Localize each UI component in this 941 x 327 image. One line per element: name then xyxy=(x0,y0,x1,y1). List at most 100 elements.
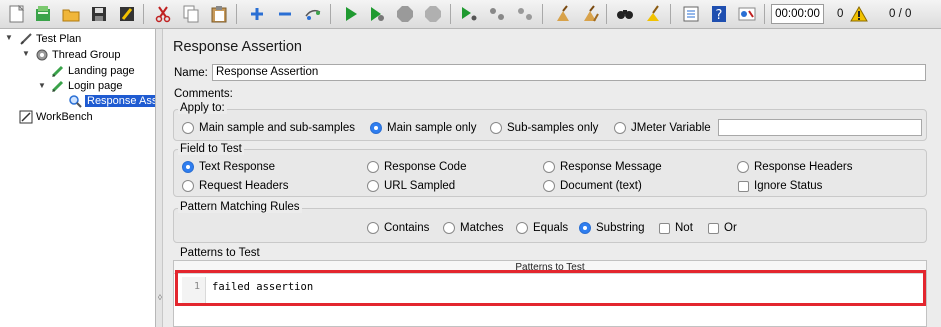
shutdown-icon[interactable] xyxy=(422,3,444,25)
tree-item-label: Landing page xyxy=(68,64,135,77)
save-as-icon[interactable] xyxy=(116,3,138,25)
paste-icon[interactable] xyxy=(208,3,230,25)
rule-contains-radio[interactable]: Contains xyxy=(367,222,429,234)
field-text-response-radio[interactable]: Text Response xyxy=(182,161,275,173)
radio-icon xyxy=(367,161,379,173)
remote-shutdown-icon[interactable] xyxy=(514,3,536,25)
help-icon[interactable]: ? xyxy=(708,3,730,25)
warning-count: 0 xyxy=(837,8,844,20)
apply-jmeter-variable-radio[interactable]: JMeter Variable xyxy=(614,122,711,134)
copy-icon[interactable] xyxy=(180,3,202,25)
field-url-sampled-radio[interactable]: URL Sampled xyxy=(367,180,455,192)
pattern-matching-rules-title: Pattern Matching Rules xyxy=(178,201,302,213)
start-icon[interactable] xyxy=(340,3,362,25)
stop-icon[interactable] xyxy=(394,3,416,25)
rule-or-checkbox[interactable]: Or xyxy=(708,222,737,234)
toolbar-separator xyxy=(670,4,671,24)
radio-icon xyxy=(182,122,194,134)
main-toolbar: ? 00:00:00 0 0 / 0 xyxy=(0,0,941,29)
radio-icon xyxy=(367,222,379,234)
toolbar-separator xyxy=(606,4,607,24)
radio-icon xyxy=(543,161,555,173)
expand-all-icon[interactable] xyxy=(246,3,268,25)
field-response-message-radio[interactable]: Response Message xyxy=(543,161,662,173)
radio-icon xyxy=(182,180,194,192)
pane-splitter[interactable] xyxy=(156,29,163,327)
tree-item-login-page[interactable]: Login page xyxy=(51,78,122,93)
rule-equals-radio[interactable]: Equals xyxy=(516,222,568,234)
name-field[interactable]: Response Assertion xyxy=(212,64,926,81)
tree-item-label: Thread Group xyxy=(52,48,121,61)
radio-selected-icon xyxy=(182,161,194,173)
apply-to-title: Apply to: xyxy=(178,102,227,114)
elapsed-timer: 00:00:00 xyxy=(771,4,824,24)
radio-selected-icon xyxy=(370,122,382,134)
tree-item-label: Test Plan xyxy=(36,32,82,45)
test-plan-tree: ▼ Test Plan ▼ Thread Group Landing page … xyxy=(0,29,156,327)
field-to-test-title: Field to Test xyxy=(178,143,244,155)
field-request-headers-radio[interactable]: Request Headers xyxy=(182,180,289,192)
tree-item-response-assertion[interactable]: Response Assertion xyxy=(68,93,155,108)
sampler-pen-icon xyxy=(51,64,65,78)
highlight-box xyxy=(175,270,926,306)
expand-toggle-icon[interactable]: ▼ xyxy=(22,49,30,58)
remote-stop-icon[interactable] xyxy=(486,3,508,25)
expand-toggle-icon[interactable]: ▼ xyxy=(38,81,46,90)
rule-substring-radio[interactable]: Substring xyxy=(579,222,645,234)
tree-item-label: Login page xyxy=(68,79,123,92)
splitter-grip-icon[interactable]: ◊ xyxy=(158,293,162,302)
field-document-text-radio[interactable]: Document (text) xyxy=(543,180,642,192)
apply-main-only-radio[interactable]: Main sample only xyxy=(370,122,476,134)
tree-item-thread-group[interactable]: Thread Group xyxy=(35,47,120,62)
tree-item-label: WorkBench xyxy=(36,110,93,123)
apply-sub-only-radio[interactable]: Sub-samples only xyxy=(490,122,598,134)
remote-start-icon[interactable] xyxy=(458,3,480,25)
field-response-headers-radio[interactable]: Response Headers xyxy=(737,161,852,173)
tree-item-test-plan[interactable]: Test Plan xyxy=(19,31,81,46)
toolbar-separator xyxy=(330,4,331,24)
checkbox-icon xyxy=(738,180,749,192)
toolbar-separator xyxy=(542,4,543,24)
radio-selected-icon xyxy=(579,222,591,234)
toolbar-separator xyxy=(236,4,237,24)
tree-item-landing-page[interactable]: Landing page xyxy=(51,63,135,78)
toggle-icon[interactable] xyxy=(302,3,324,25)
radio-icon xyxy=(367,180,379,192)
apply-main-and-sub-radio[interactable]: Main sample and sub-samples xyxy=(182,122,355,134)
patterns-to-test-title: Patterns to Test xyxy=(178,247,262,259)
search-binoculars-icon[interactable] xyxy=(614,3,636,25)
rule-not-checkbox[interactable]: Not xyxy=(659,222,693,234)
clear-icon[interactable] xyxy=(552,3,574,25)
expand-toggle-icon[interactable]: ▼ xyxy=(5,33,13,42)
sampler-pen-icon xyxy=(51,79,65,93)
tree-item-workbench[interactable]: WorkBench xyxy=(19,109,93,124)
save-icon[interactable] xyxy=(88,3,110,25)
function-helper-icon[interactable] xyxy=(680,3,702,25)
field-response-code-radio[interactable]: Response Code xyxy=(367,161,466,173)
name-label: Name: xyxy=(174,67,208,79)
collapse-all-icon[interactable] xyxy=(274,3,296,25)
rule-matches-radio[interactable]: Matches xyxy=(443,222,503,234)
workbench-icon xyxy=(19,110,33,124)
radio-icon xyxy=(543,180,555,192)
options-icon[interactable] xyxy=(736,3,758,25)
cut-icon[interactable] xyxy=(152,3,174,25)
radio-icon xyxy=(737,161,749,173)
toolbar-separator xyxy=(450,4,451,24)
tree-item-label: Response Assertion xyxy=(85,94,155,107)
thread-counter: 0 / 0 xyxy=(889,8,912,20)
open-folder-icon[interactable] xyxy=(60,3,82,25)
toolbar-separator xyxy=(143,4,144,24)
reset-search-icon[interactable] xyxy=(642,3,664,25)
magnifier-icon xyxy=(68,94,82,108)
start-no-pauses-icon[interactable] xyxy=(366,3,388,25)
warning-icon[interactable] xyxy=(848,3,870,25)
checkbox-icon xyxy=(708,222,719,234)
ignore-status-checkbox[interactable]: Ignore Status xyxy=(738,180,822,192)
clear-all-icon[interactable] xyxy=(580,3,602,25)
comments-label: Comments: xyxy=(174,88,233,100)
templates-icon[interactable] xyxy=(32,3,54,25)
jmeter-variable-field[interactable] xyxy=(718,119,922,136)
new-file-icon[interactable] xyxy=(6,3,28,25)
checkbox-icon xyxy=(659,222,670,234)
